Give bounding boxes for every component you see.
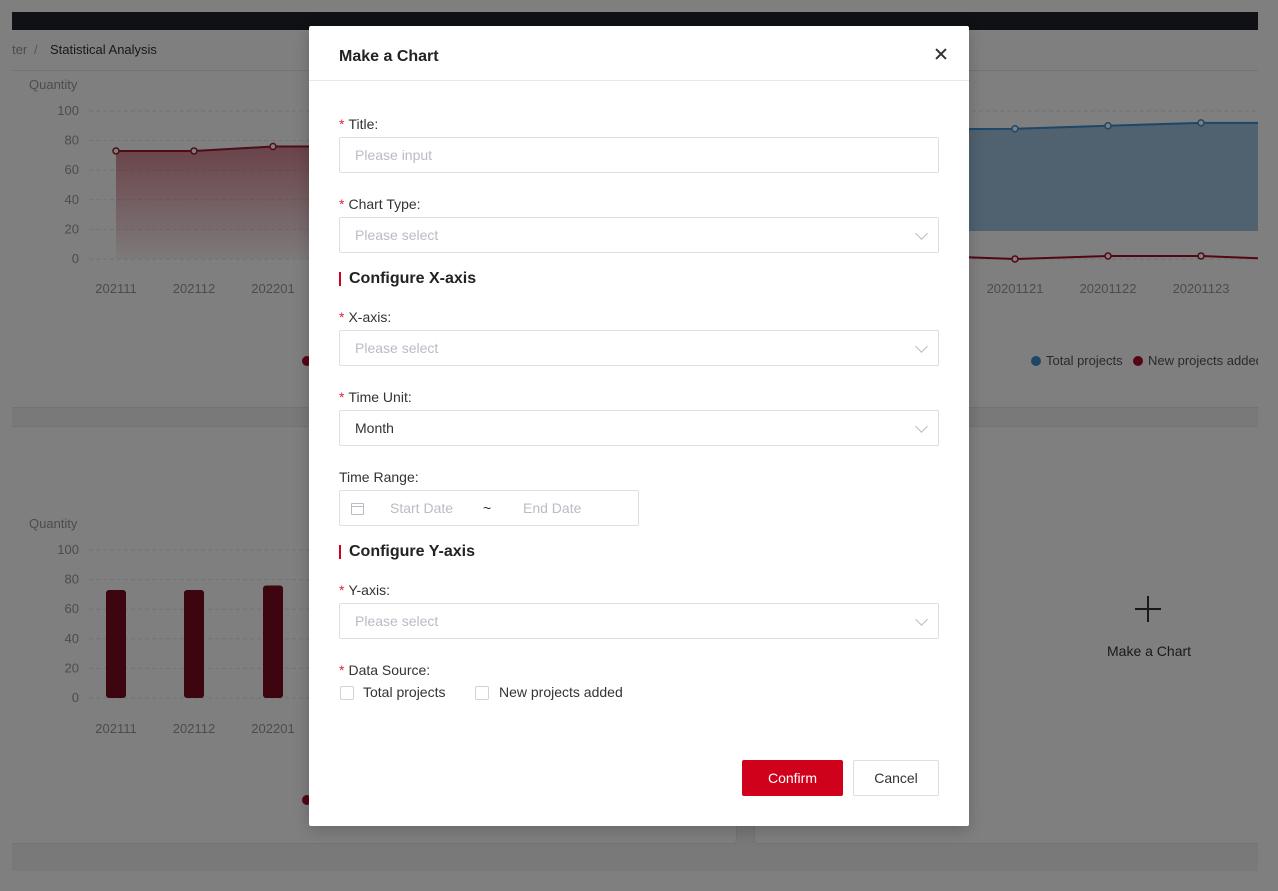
configure-x-axis-heading: Configure X-axis [339, 270, 476, 288]
chevron-down-icon [915, 227, 928, 240]
make-chart-dialog: Make a Chart * Title: Please input * Chart… [309, 26, 969, 826]
x-axis-label: * X-axis: [339, 309, 392, 325]
chart-type-placeholder: Please select [355, 227, 439, 243]
required-mark: * [339, 309, 345, 325]
time-unit-label: * Time Unit: [339, 389, 412, 405]
date-range-separator: ~ [483, 500, 492, 516]
dialog-header: Make a Chart [309, 26, 969, 81]
chevron-down-icon [915, 340, 928, 353]
title-input[interactable]: Please input [339, 137, 939, 173]
x-axis-placeholder: Please select [355, 340, 439, 356]
required-mark: * [339, 196, 345, 212]
required-mark: * [339, 389, 345, 405]
required-mark: * [339, 116, 345, 132]
configure-y-axis-heading: Configure Y-axis [339, 543, 475, 561]
required-mark: * [339, 662, 345, 678]
checkbox-label-total-projects[interactable]: Total projects [363, 684, 445, 700]
checkbox-new-projects-added[interactable] [475, 686, 489, 700]
cancel-button[interactable]: Cancel [853, 760, 939, 796]
data-source-label: * Data Source: [339, 662, 431, 678]
y-axis-placeholder: Please select [355, 613, 439, 629]
y-axis-label: * Y-axis: [339, 582, 390, 598]
chevron-down-icon [915, 613, 928, 626]
time-range-picker[interactable]: Start Date ~ End Date [339, 490, 639, 526]
checkbox-total-projects[interactable] [340, 686, 354, 700]
close-icon[interactable] [931, 44, 951, 64]
x-axis-select[interactable]: Please select [339, 330, 939, 366]
chevron-down-icon [915, 420, 928, 433]
time-unit-value: Month [355, 420, 394, 436]
y-axis-select[interactable]: Please select [339, 603, 939, 639]
chart-type-select[interactable]: Please select [339, 217, 939, 253]
time-unit-select[interactable]: Month [339, 410, 939, 446]
title-input-placeholder: Please input [355, 147, 433, 163]
checkbox-label-new-projects-added[interactable]: New projects added [499, 684, 623, 700]
end-date-input[interactable]: End Date [523, 500, 581, 516]
title-label: * Title: [339, 116, 379, 132]
chart-type-label: * Chart Type: [339, 196, 421, 212]
confirm-button[interactable]: Confirm [742, 760, 843, 796]
start-date-input[interactable]: Start Date [390, 500, 453, 516]
required-mark: * [339, 582, 345, 598]
dialog-title: Make a Chart [339, 48, 439, 65]
calendar-icon [351, 503, 364, 515]
time-range-label: Time Range: [339, 469, 419, 485]
